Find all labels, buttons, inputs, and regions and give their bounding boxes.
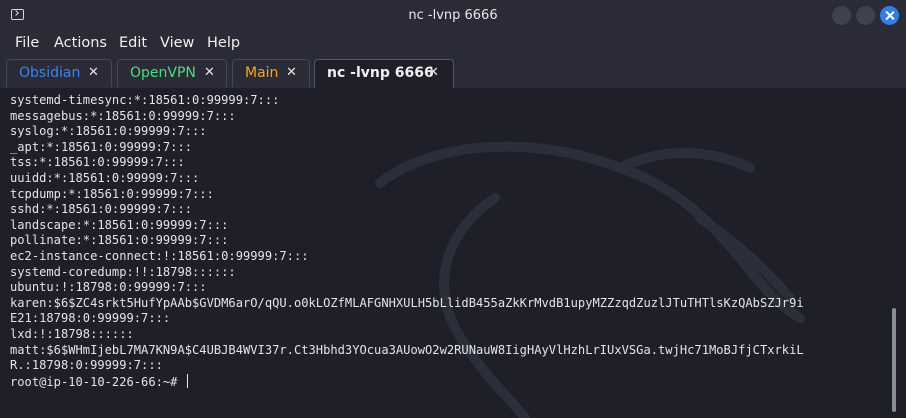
- menu-help[interactable]: Help: [207, 35, 240, 51]
- terminal-line: pollinate:*:18561:0:99999:7:::: [10, 233, 229, 248]
- text-cursor: [186, 373, 188, 388]
- terminal-line: uuidd:*:18561:0:99999:7:::: [10, 170, 200, 185]
- tab-obsidian[interactable]: Obsidian ✕: [6, 59, 112, 87]
- close-window-button[interactable]: [880, 6, 899, 25]
- terminal-line: syslog:*:18561:0:99999:7:::: [10, 124, 207, 139]
- tab-close-icon[interactable]: ✕: [204, 65, 215, 80]
- terminal-line: systemd-timesync:*:18561:0:99999:7:::: [10, 93, 280, 107]
- tab-nc-lvnp-6666[interactable]: nc -lvnp 6666 ✕: [314, 59, 454, 89]
- menu-bar: File Actions Edit View Help: [0, 31, 906, 57]
- terminal-line: lxd:!:18798::::::: [10, 326, 134, 341]
- tab-label: Main: [245, 65, 279, 81]
- maximize-button[interactable]: [856, 6, 875, 25]
- tab-close-icon[interactable]: ✕: [286, 65, 297, 80]
- menu-view[interactable]: View: [160, 35, 194, 51]
- terminal-line: tcpdump:*:18561:0:99999:7:::: [10, 186, 214, 201]
- tab-label: Obsidian: [19, 65, 81, 81]
- terminal-line: messagebus:*:18561:0:99999:7:::: [10, 108, 236, 123]
- terminal-line: sshd:*:18561:0:99999:7:::: [10, 202, 193, 217]
- tab-main[interactable]: Main ✕: [232, 59, 310, 87]
- shell-prompt: root@ip-10-10-226-66:~#: [10, 374, 178, 389]
- terminal-line: ubuntu:!:18798:0:99999:7:::: [10, 280, 207, 295]
- tab-close-icon[interactable]: ✕: [88, 65, 99, 80]
- tab-openvpn[interactable]: OpenVPN ✕: [117, 59, 227, 87]
- tab-label: OpenVPN: [130, 65, 196, 81]
- prompt-line[interactable]: root@ip-10-10-226-66:~#: [10, 373, 886, 390]
- tab-close-icon[interactable]: ✕: [428, 65, 439, 80]
- terminal-line: landscape:*:18561:0:99999:7:::: [10, 217, 229, 232]
- terminal-line: ec2-instance-connect:!:18561:0:99999:7::…: [10, 248, 309, 263]
- terminal-line: R.:18798:0:99999:7:::: [10, 358, 163, 373]
- minimize-button[interactable]: [832, 6, 851, 25]
- terminal-line: E21:18798:0:99999:7:::: [10, 311, 171, 326]
- terminal-line: matt:$6$WHmIjebL7MA7KN9A$C4UBJB4WVI37r.C…: [10, 342, 804, 357]
- menu-file[interactable]: File: [15, 35, 39, 51]
- terminal-output[interactable]: systemd-timesync:*:18561:0:99999:7::: mes…: [0, 88, 906, 418]
- title-bar: nc -lvnp 6666: [0, 0, 906, 31]
- terminal-line: systemd-coredump:!!:18798::::::: [10, 264, 236, 279]
- window-title: nc -lvnp 6666: [408, 8, 498, 23]
- terminal-line: karen:$6$ZC4srkt5HufYpAAb$GVDM6arO/qQU.o…: [10, 295, 804, 310]
- menu-edit[interactable]: Edit: [119, 35, 147, 51]
- terminal-scrollbar[interactable]: [892, 308, 896, 412]
- terminal-lines: systemd-timesync:*:18561:0:99999:7::: mes…: [10, 93, 886, 389]
- terminal-line: _apt:*:18561:0:99999:7:::: [10, 139, 193, 154]
- tab-label: nc -lvnp 6666: [327, 65, 434, 81]
- terminal-window: nc -lvnp 6666 File Actions Edit View Hel…: [0, 0, 906, 418]
- menu-actions[interactable]: Actions: [54, 35, 107, 51]
- terminal-line: tss:*:18561:0:99999:7:::: [10, 155, 185, 170]
- tab-bar: Obsidian ✕ OpenVPN ✕ Main ✕ nc -lvnp 666…: [0, 57, 906, 89]
